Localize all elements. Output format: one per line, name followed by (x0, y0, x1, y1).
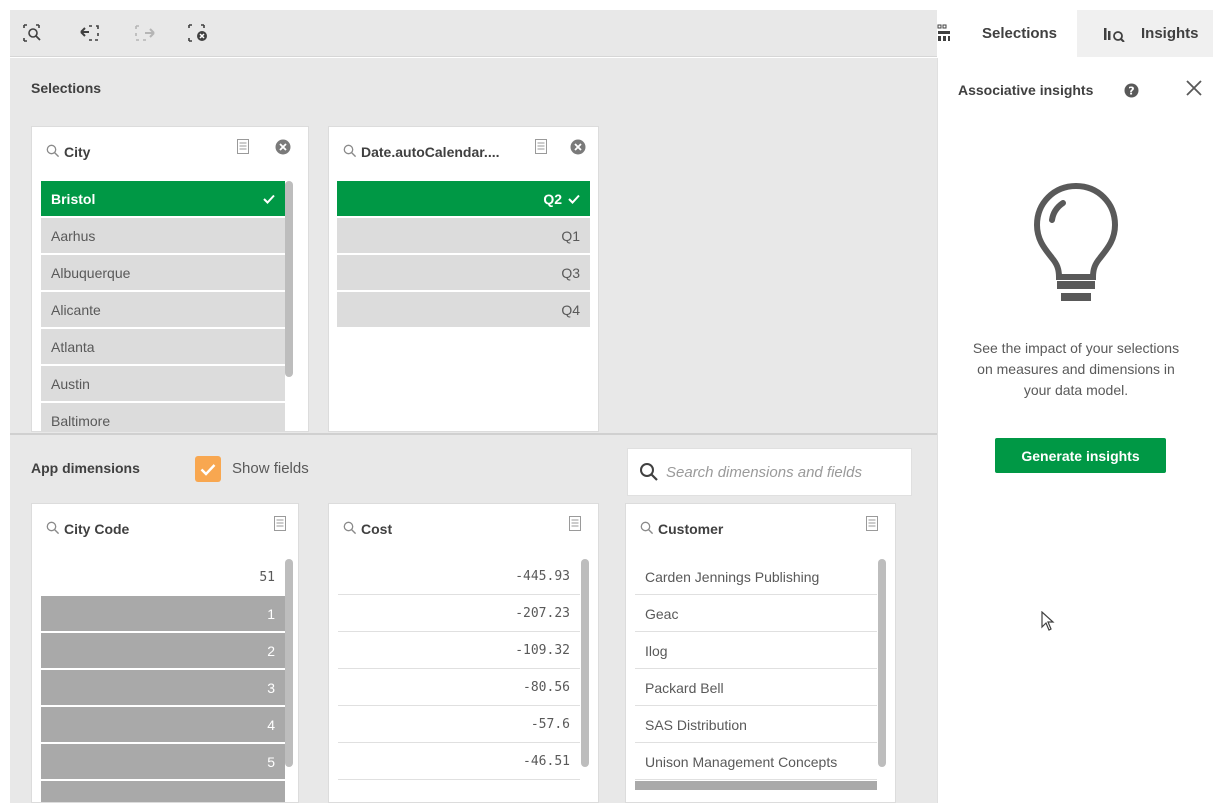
search-icon (46, 144, 60, 163)
app-dimensions-title: App dimensions (31, 460, 140, 476)
list-item[interactable]: Baltimore (41, 403, 285, 431)
list-item[interactable]: 2 (41, 633, 285, 669)
list-item[interactable]: Aarhus (41, 218, 285, 254)
scrollbar[interactable] (285, 559, 293, 767)
step-back-icon[interactable] (76, 22, 102, 44)
list-item[interactable]: -80.56 (338, 670, 580, 706)
list-item[interactable]: 5 (41, 744, 285, 780)
city-code-pane-title: City Code (64, 521, 130, 537)
search-icon (639, 462, 659, 487)
dimensions-search[interactable] (627, 448, 912, 496)
list-item[interactable]: Q3 (337, 255, 590, 291)
list-item[interactable]: 4 (41, 707, 285, 743)
help-icon[interactable]: ? (1124, 83, 1139, 103)
list-menu-icon[interactable] (274, 516, 286, 536)
search-icon (640, 521, 654, 540)
cost-pane-title: Cost (361, 521, 393, 537)
list-item[interactable]: SAS Distribution (635, 707, 877, 743)
list-item-partial[interactable] (41, 781, 285, 802)
panel-tabs: Selections Insights (937, 10, 1213, 57)
list-item-label: Bristol (51, 190, 96, 207)
search-icon (46, 521, 60, 540)
scrollbar[interactable] (285, 181, 293, 377)
checkmark-icon (263, 191, 275, 207)
list-menu-icon[interactable] (569, 516, 581, 536)
date-pane-title: Date.autoCalendar.... (361, 144, 500, 160)
show-fields-label[interactable]: Show fields (232, 460, 309, 477)
dimensions-search-input[interactable] (666, 461, 901, 483)
list-item[interactable]: -57.6 (338, 707, 580, 743)
list-menu-icon[interactable] (535, 139, 547, 159)
section-divider (10, 433, 937, 435)
list-item[interactable]: Unison Management Concepts (635, 744, 877, 780)
cost-pane[interactable]: Cost -445.93 -207.23 -109.32 -80.56 -57.… (328, 503, 599, 803)
list-menu-icon[interactable] (237, 139, 249, 159)
selections-tab-icon (937, 24, 951, 46)
lightbulb-icon (1033, 182, 1119, 313)
tab-selections[interactable]: Selections (937, 10, 1077, 57)
customer-pane-title: Customer (658, 521, 724, 537)
list-item[interactable]: Atlanta (41, 329, 285, 365)
city-filter-pane[interactable]: City Bristol Aarhus Albuquerque Alicante… (31, 126, 309, 432)
step-forward-icon[interactable] (132, 22, 158, 44)
city-pane-title: City (64, 144, 91, 160)
city-pane-header[interactable]: City (32, 127, 308, 177)
list-item[interactable]: Q4 (337, 292, 590, 328)
cost-pane-header[interactable]: Cost (329, 504, 598, 554)
tab-insights[interactable]: Insights (1077, 10, 1213, 57)
scrollbar[interactable] (878, 559, 886, 767)
list-item[interactable]: 1 (41, 596, 285, 632)
insights-panel: Associative insights ? See the impact of… (937, 58, 1213, 803)
list-item[interactable]: Alicante (41, 292, 285, 328)
list-menu-icon[interactable] (866, 516, 878, 536)
list-item[interactable]: -207.23 (338, 596, 580, 632)
customer-pane-header[interactable]: Customer (626, 504, 895, 554)
date-filter-pane[interactable]: Date.autoCalendar.... Q2 Q1 Q3 Q4 (328, 126, 599, 432)
list-item[interactable]: Austin (41, 366, 285, 402)
tab-selections-label: Selections (982, 25, 1058, 42)
clear-all-icon[interactable] (186, 22, 212, 44)
customer-pane[interactable]: Customer Carden Jennings Publishing Geac… (625, 503, 896, 803)
list-item[interactable]: Ilog (635, 633, 877, 669)
list-item[interactable]: Geac (635, 596, 877, 632)
clear-selection-icon[interactable] (570, 139, 586, 160)
list-item[interactable]: Albuquerque (41, 255, 285, 291)
list-item-label: Q2 (543, 190, 562, 207)
list-item[interactable]: -445.93 (338, 559, 580, 595)
generate-insights-button[interactable]: Generate insights (995, 438, 1166, 473)
search-icon (343, 144, 357, 163)
mouse-cursor-icon (1041, 610, 1055, 636)
svg-text:?: ? (1128, 85, 1134, 98)
search-icon (343, 521, 357, 540)
list-item[interactable]: -46.51 (338, 744, 580, 780)
smart-search-icon[interactable] (20, 22, 46, 44)
list-item-partial[interactable] (635, 781, 877, 791)
list-item[interactable]: Q1 (337, 218, 590, 254)
clear-selection-icon[interactable] (275, 139, 291, 160)
selections-title: Selections (31, 80, 102, 96)
scrollbar[interactable] (581, 559, 589, 767)
toolbar (10, 10, 937, 57)
show-fields-checkbox[interactable] (195, 456, 221, 482)
insights-description: See the impact of your selections on mea… (972, 340, 1180, 398)
list-item[interactable]: -109.32 (338, 633, 580, 669)
city-code-pane-header[interactable]: City Code (32, 504, 298, 554)
date-pane-header[interactable]: Date.autoCalendar.... (329, 127, 598, 177)
list-item[interactable]: Carden Jennings Publishing (635, 559, 877, 595)
tab-insights-label: Insights (1141, 25, 1199, 42)
list-item-selected[interactable]: Bristol (41, 181, 285, 217)
city-code-pane[interactable]: City Code 51 1 2 3 4 5 (31, 503, 299, 803)
list-item-selected[interactable]: Q2 (337, 181, 590, 217)
insights-panel-title: Associative insights (958, 82, 1094, 98)
checkmark-icon (568, 191, 580, 207)
list-item[interactable]: 51 (41, 559, 285, 595)
list-item[interactable]: 3 (41, 670, 285, 706)
close-icon[interactable] (1185, 79, 1203, 102)
list-item[interactable]: Packard Bell (635, 670, 877, 706)
insights-tab-icon (1104, 26, 1128, 46)
